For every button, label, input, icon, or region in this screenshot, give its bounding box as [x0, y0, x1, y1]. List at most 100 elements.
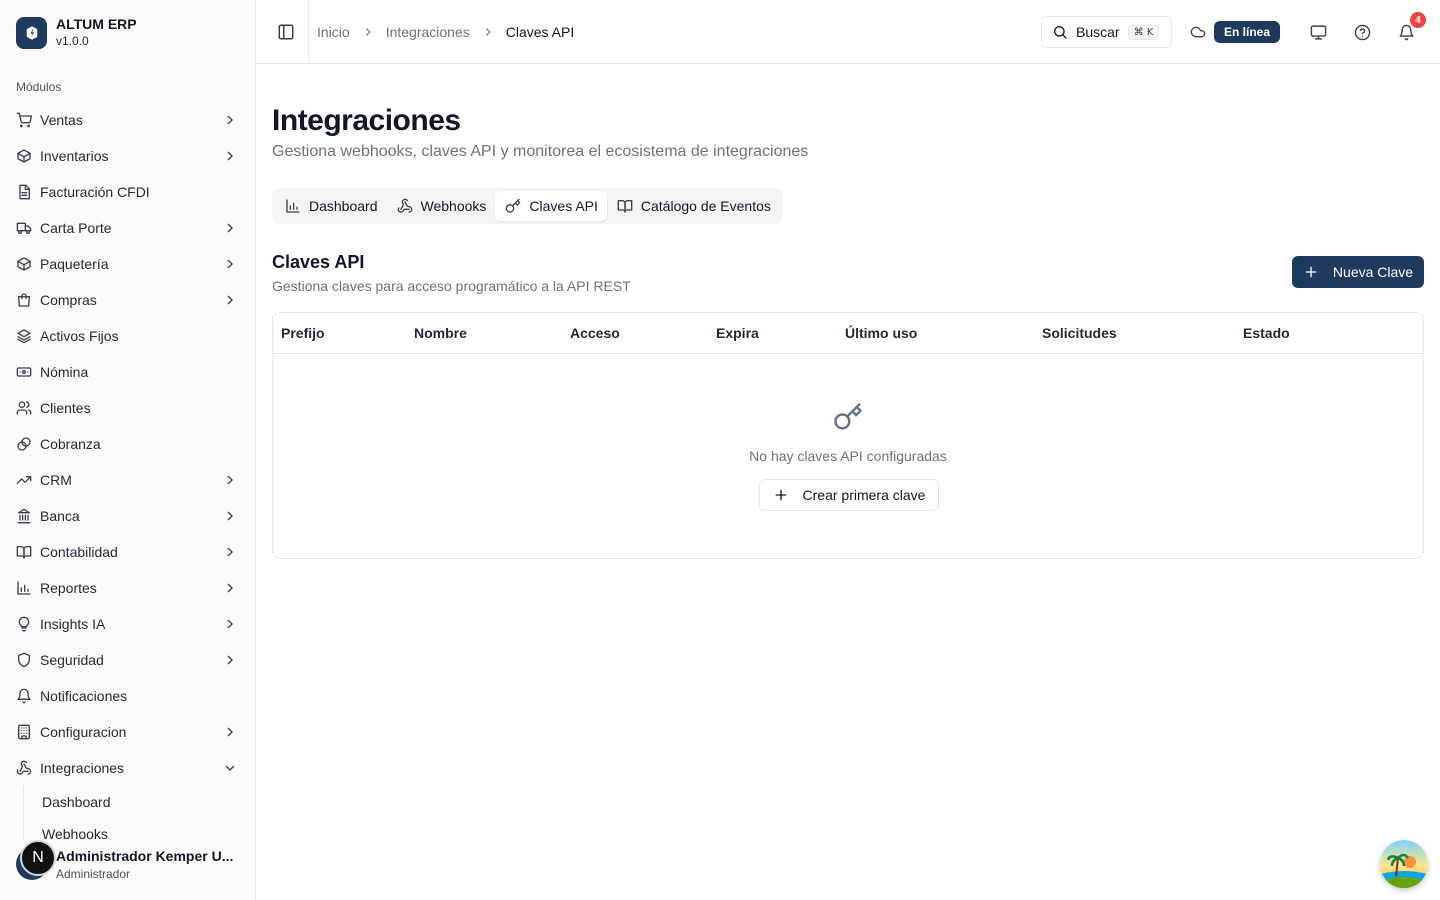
section-subtitle: Gestiona claves para acceso programático…: [272, 278, 631, 294]
breadcrumb-inicio[interactable]: Inicio: [317, 22, 350, 42]
section-title: Claves API: [272, 252, 365, 272]
tab-webhooks[interactable]: Webhooks: [387, 191, 496, 221]
create-first-key-button[interactable]: Crear primera clave: [759, 479, 939, 511]
column-header-estado[interactable]: Estado: [1243, 325, 1290, 341]
sidebar-item-paqueteria[interactable]: Paquetería: [8, 246, 248, 282]
sidebar-item-clientes[interactable]: Clientes: [8, 390, 248, 426]
chevron-right-icon: [222, 256, 238, 272]
chevron-right-icon: [222, 220, 238, 236]
sidebar-item-cobranza[interactable]: Cobranza: [8, 426, 248, 462]
sidebar-item-inventarios[interactable]: Inventarios: [8, 138, 248, 174]
sidebar-item-label: Seguridad: [40, 652, 104, 668]
lightbulb-icon: [16, 616, 32, 632]
column-header-ultimo-uso[interactable]: Último uso: [845, 325, 917, 341]
sidebar-item-banca[interactable]: Banca: [8, 498, 248, 534]
user-initial-badge[interactable]: N: [20, 840, 56, 876]
sidebar-item-reportes[interactable]: Reportes: [8, 570, 248, 606]
monitor-icon[interactable]: [1308, 22, 1328, 42]
tab-catalogo-eventos[interactable]: Catálogo de Eventos: [607, 191, 780, 221]
sidebar-item-notificaciones[interactable]: Notificaciones: [8, 678, 248, 714]
status-badge: En línea: [1214, 21, 1281, 43]
key-icon: [505, 198, 521, 214]
column-header-expira[interactable]: Expira: [716, 325, 759, 341]
sidebar-item-compras[interactable]: Compras: [8, 282, 248, 318]
chevron-right-icon: [222, 112, 238, 128]
sidebar-item-label: Cobranza: [40, 436, 101, 452]
tab-dashboard[interactable]: Dashboard: [275, 191, 387, 221]
breadcrumb: Inicio Integraciones Claves API: [317, 22, 574, 42]
column-header-nombre[interactable]: Nombre: [414, 325, 467, 341]
sidebar-item-label: Notificaciones: [40, 688, 128, 704]
sidebar-item-activos-fijos[interactable]: Activos Fijos: [8, 318, 248, 354]
sidebar-toggle-icon[interactable]: [274, 20, 298, 44]
sidebar-item-contabilidad[interactable]: Contabilidad: [8, 534, 248, 570]
sidebar-item-label: Paquetería: [40, 256, 109, 272]
package-icon: [16, 148, 32, 164]
sidebar-section-label: Módulos: [16, 80, 62, 94]
table-header: Prefijo Nombre Acceso Expira Último uso …: [273, 313, 1423, 354]
new-key-button[interactable]: Nueva Clave: [1292, 256, 1424, 288]
sidebar-item-nomina[interactable]: Nómina: [8, 354, 248, 390]
chevron-right-icon: [222, 652, 238, 668]
brand-version: v1.0.0: [56, 34, 89, 48]
landmark-icon: [16, 508, 32, 524]
tab-label: Dashboard: [309, 198, 378, 214]
user-profile[interactable]: N Administrador Kemper U... Administrado…: [0, 840, 255, 900]
brand-title: ALTUM ERP: [56, 16, 137, 32]
search-label: Buscar: [1076, 24, 1120, 40]
truck-icon: [16, 220, 32, 236]
chevron-right-icon: [361, 25, 375, 39]
top-header: Inicio Integraciones Claves API Buscar ⌘…: [256, 0, 1440, 64]
shopping-bag-icon: [16, 292, 32, 308]
column-header-solicitudes[interactable]: Solicitudes: [1042, 325, 1117, 341]
tab-claves-api[interactable]: Claves API: [495, 191, 607, 221]
page-title: Integraciones: [272, 104, 461, 137]
tab-label: Webhooks: [420, 198, 487, 214]
column-header-acceso[interactable]: Acceso: [570, 325, 620, 341]
sidebar-item-facturacion-cfdi[interactable]: Facturación CFDI: [8, 174, 248, 210]
sidebar-subitem-dashboard[interactable]: Dashboard: [34, 786, 248, 818]
sidebar-item-label: CRM: [40, 472, 72, 488]
brand[interactable]: ALTUM ERP v1.0.0: [16, 16, 137, 49]
sidebar-item-configuracion[interactable]: Configuracion: [8, 714, 248, 750]
hand-coins-icon: [16, 436, 32, 452]
sidebar-item-seguridad[interactable]: Seguridad: [8, 642, 248, 678]
user-role: Administrador: [56, 867, 131, 881]
plus-icon: [1303, 264, 1319, 280]
tab-label: Claves API: [529, 198, 598, 214]
book-open-icon: [617, 198, 633, 214]
key-icon: [833, 402, 863, 432]
search-button[interactable]: Buscar ⌘ K: [1041, 16, 1172, 48]
banknote-icon: [16, 364, 32, 380]
sidebar-item-label: Compras: [40, 292, 97, 308]
sidebar: ALTUM ERP v1.0.0 Módulos Ventas Inventar…: [0, 0, 256, 900]
receipt-icon: [16, 184, 32, 200]
sidebar-nav: Ventas Inventarios Facturación CFDI Cart…: [8, 102, 248, 850]
chevron-right-icon: [222, 292, 238, 308]
package-icon: [16, 256, 32, 272]
breadcrumb-integraciones[interactable]: Integraciones: [386, 22, 470, 42]
column-header-prefijo[interactable]: Prefijo: [281, 325, 325, 341]
sidebar-item-integraciones[interactable]: Integraciones: [8, 750, 248, 786]
breadcrumb-claves-api: Claves API: [505, 24, 575, 40]
sidebar-item-carta-porte[interactable]: Carta Porte: [8, 210, 248, 246]
sidebar-item-label: Activos Fijos: [40, 328, 119, 344]
sidebar-item-label: Insights IA: [40, 616, 106, 632]
chevron-right-icon: [222, 148, 238, 164]
sidebar-item-label: Nómina: [40, 364, 89, 380]
help-icon[interactable]: [1352, 22, 1372, 42]
sidebar-item-ventas[interactable]: Ventas: [8, 102, 248, 138]
shopping-cart-icon: [16, 112, 32, 128]
sidebar-item-crm[interactable]: CRM: [8, 462, 248, 498]
tab-label: Catálogo de Eventos: [640, 198, 771, 214]
sidebar-item-label: Inventarios: [40, 148, 109, 164]
book-open-icon: [16, 544, 32, 560]
empty-state-text: No hay claves API configuradas: [749, 448, 947, 464]
sidebar-item-insights-ia[interactable]: Insights IA: [8, 606, 248, 642]
chevron-right-icon: [222, 508, 238, 524]
header-divider: [308, 0, 309, 64]
create-first-key-label: Crear primera clave: [802, 487, 926, 503]
chevron-right-icon: [222, 580, 238, 596]
chevron-down-icon: [222, 760, 238, 776]
floating-assistant-avatar[interactable]: [1380, 840, 1428, 888]
